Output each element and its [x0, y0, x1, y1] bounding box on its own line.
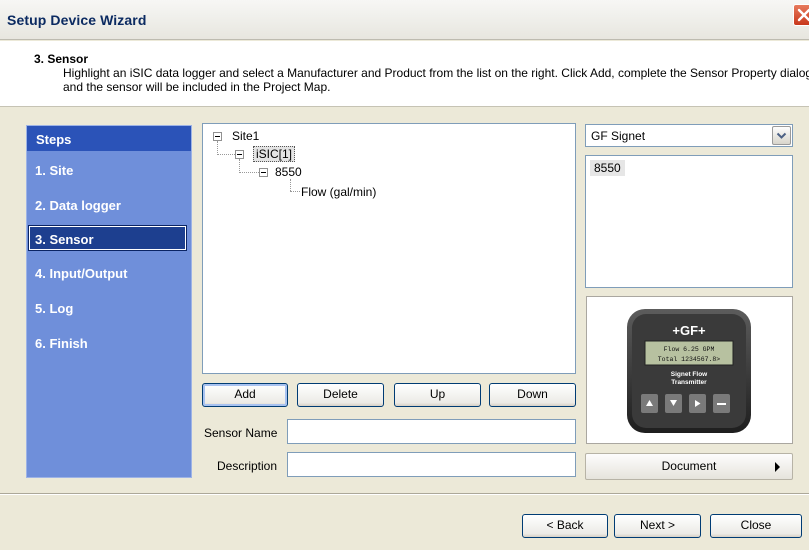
transmitter-image: +GF+ Flow 6.25 GPM Total 1234567.8> Sign… — [627, 309, 751, 433]
steps-heading: Steps — [27, 126, 191, 151]
up-button-label: Up — [429, 387, 446, 401]
back-button[interactable]: < Back — [522, 514, 608, 538]
sensor-name-field[interactable] — [287, 419, 576, 444]
sensor-name-label: Sensor Name — [204, 426, 278, 440]
tree-connector — [290, 179, 291, 191]
tree-node-site[interactable]: Site1 — [232, 129, 259, 143]
tree-connector — [217, 141, 218, 155]
manufacturer-value: GF Signet — [591, 129, 646, 143]
close-button[interactable]: Close — [710, 514, 802, 538]
tree-node-sensor[interactable]: 8550 — [275, 165, 302, 179]
delete-button-label: Delete — [323, 387, 358, 401]
window-close-button[interactable] — [793, 4, 809, 26]
lcd-line-1: Flow 6.25 GPM — [664, 346, 715, 353]
add-button[interactable]: Add — [202, 383, 288, 407]
device-label-2: Transmitter — [671, 379, 707, 386]
collapse-icon[interactable] — [259, 168, 268, 177]
next-button[interactable]: Next > — [614, 514, 701, 538]
product-item[interactable]: 8550 — [590, 160, 625, 176]
chevron-down-icon — [776, 132, 787, 139]
document-button[interactable]: Document — [585, 453, 793, 480]
next-button-label: Next > — [639, 518, 675, 532]
footer-divider — [0, 493, 809, 495]
step-description: Highlight an iSIC data logger and select… — [63, 66, 809, 94]
description-label: Description — [217, 459, 278, 473]
description-field[interactable] — [287, 452, 576, 477]
up-button[interactable]: Up — [394, 383, 481, 407]
step-log[interactable]: 5. Log — [27, 296, 191, 320]
collapse-icon[interactable] — [235, 150, 244, 159]
tree-connector — [217, 154, 235, 155]
down-button-label: Down — [517, 387, 548, 401]
title-bar: Setup Device Wizard — [0, 0, 809, 40]
arrow-right-icon — [775, 462, 780, 472]
steps-panel: Steps 1. Site 2. Data logger 3. Sensor 4… — [26, 125, 192, 478]
down-button[interactable]: Down — [489, 383, 576, 407]
step-title: 3. Sensor — [34, 52, 89, 66]
tree-connector — [239, 172, 259, 173]
close-button-label: Close — [740, 518, 772, 532]
step-finish[interactable]: 6. Finish — [27, 331, 191, 355]
project-tree[interactable]: Site1 iSIC[1] 8550 Flow (gal/min) — [202, 123, 576, 374]
delete-button[interactable]: Delete — [297, 383, 384, 407]
lcd-line-2: Total 1234567.8> — [658, 356, 721, 363]
tree-connector — [290, 191, 300, 192]
device-image: +GF+ Flow 6.25 GPM Total 1234567.8> Sign… — [586, 296, 793, 444]
back-button-label: < Back — [546, 518, 584, 532]
tree-node-logger[interactable]: iSIC[1] — [253, 146, 296, 162]
manufacturer-select[interactable]: GF Signet — [585, 124, 793, 147]
window-title: Setup Device Wizard — [7, 12, 147, 28]
document-button-label: Document — [661, 459, 717, 473]
collapse-icon[interactable] — [213, 132, 222, 141]
step-sensor[interactable]: 3. Sensor — [28, 225, 187, 251]
brand-logo-text: +GF+ — [672, 323, 706, 338]
tree-connector — [239, 159, 240, 173]
step-site[interactable]: 1. Site — [27, 158, 191, 182]
product-list[interactable]: 8550 — [585, 155, 793, 288]
step-data-logger[interactable]: 2. Data logger — [27, 193, 191, 217]
add-button-label: Add — [234, 387, 256, 401]
close-icon — [797, 8, 809, 22]
dropdown-button[interactable] — [772, 126, 791, 145]
step-input-output[interactable]: 4. Input/Output — [27, 261, 191, 285]
wizard-header: 3. Sensor Highlight an iSIC data logger … — [0, 41, 809, 107]
device-label-1: Signet Flow — [671, 371, 708, 378]
tree-node-channel[interactable]: Flow (gal/min) — [301, 185, 376, 199]
